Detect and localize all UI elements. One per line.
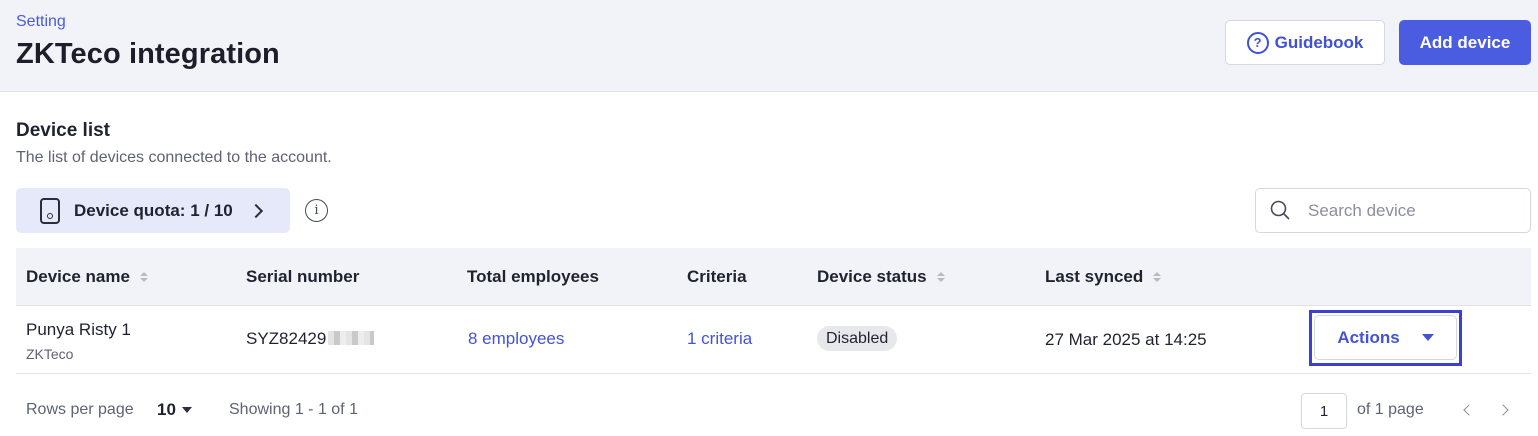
- page-header: Setting ZKTeco integration ? Guidebook A…: [0, 0, 1538, 92]
- table-row: Punya Risty 1 ZKTeco SYZ82429 8 employee…: [16, 306, 1531, 374]
- last-synced: 27 Mar 2025 at 14:25: [1045, 330, 1207, 349]
- sort-icon: [936, 272, 945, 282]
- column-criteria: Criteria: [687, 267, 747, 287]
- guidebook-label: Guidebook: [1274, 32, 1364, 52]
- column-label: Device name: [26, 267, 130, 286]
- section-title: Device list: [16, 120, 110, 141]
- search-box: [1255, 188, 1531, 233]
- criteria-link[interactable]: 1 criteria: [687, 329, 752, 349]
- chevron-right-icon: [248, 203, 263, 218]
- search-input[interactable]: [1308, 197, 1518, 225]
- caret-down-icon: [181, 407, 192, 413]
- column-last-synced[interactable]: Last synced: [1045, 267, 1162, 287]
- add-device-button[interactable]: Add device: [1399, 20, 1531, 65]
- actions-label: Actions: [1337, 327, 1400, 347]
- showing-text: Showing 1 - 1 of 1: [229, 401, 358, 418]
- guidebook-button[interactable]: ? Guidebook: [1225, 20, 1385, 65]
- column-serial-number: Serial number: [246, 267, 359, 287]
- column-label: Serial number: [246, 267, 360, 286]
- column-label: Last synced: [1045, 267, 1144, 286]
- status-badge: Disabled: [817, 326, 898, 351]
- chevron-right-icon: [1497, 404, 1509, 416]
- redacted-serial: [328, 331, 375, 345]
- phone-icon: [40, 197, 60, 224]
- prev-page-button[interactable]: [1460, 402, 1476, 418]
- column-device-name[interactable]: Device name: [26, 267, 148, 287]
- info-icon[interactable]: i: [305, 199, 328, 222]
- serial-text: SYZ82429: [246, 329, 327, 348]
- of-pages-text: of 1 page: [1357, 401, 1424, 418]
- next-page-button[interactable]: [1497, 402, 1513, 418]
- caret-down-icon: [1421, 334, 1434, 341]
- rows-per-page-label: Rows per page: [26, 401, 134, 418]
- device-type: ZKTeco: [26, 346, 74, 362]
- column-label: Criteria: [687, 267, 747, 286]
- page-title: ZKTeco integration: [16, 38, 280, 70]
- employees-link[interactable]: 8 employees: [468, 329, 564, 349]
- chevron-left-icon: [1463, 404, 1475, 416]
- serial-number: SYZ82429: [246, 329, 375, 349]
- section-subtitle: The list of devices connected to the acc…: [16, 149, 332, 166]
- question-circle-icon: ?: [1246, 31, 1269, 54]
- column-label: Device status: [817, 267, 927, 286]
- breadcrumb[interactable]: Setting: [16, 13, 66, 31]
- actions-dropdown-button[interactable]: Actions: [1314, 315, 1457, 360]
- table-header: Device name Serial number Total employee…: [16, 248, 1531, 306]
- column-device-status[interactable]: Device status: [817, 267, 945, 287]
- rows-per-page-select[interactable]: 10: [157, 400, 192, 420]
- sort-icon: [1153, 272, 1162, 282]
- rows-per-page-value: 10: [157, 400, 176, 419]
- page-number-input[interactable]: [1301, 393, 1347, 429]
- column-total-employees: Total employees: [467, 267, 599, 287]
- device-quota-label: Device quota: 1 / 10: [74, 200, 233, 220]
- sort-icon: [139, 272, 148, 282]
- device-name: Punya Risty 1: [26, 320, 131, 339]
- search-icon: [1270, 200, 1290, 220]
- device-quota-button[interactable]: Device quota: 1 / 10: [16, 188, 290, 233]
- column-label: Total employees: [467, 267, 599, 286]
